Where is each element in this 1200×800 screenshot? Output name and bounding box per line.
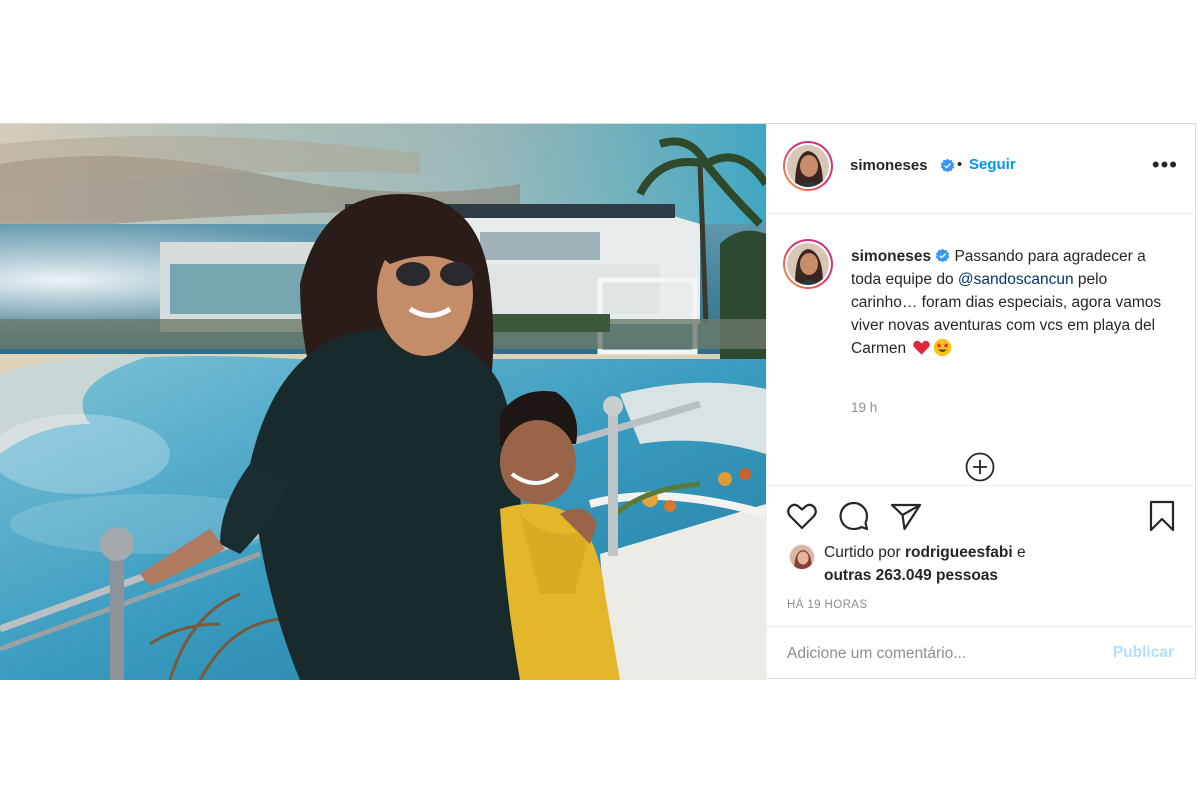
red-heart-emoji [913, 340, 931, 355]
likes-connector: e [1016, 544, 1026, 561]
comment-form: Publicar [767, 626, 1196, 680]
caption-avatar[interactable] [783, 239, 833, 289]
more-options-icon[interactable]: ••• [1152, 154, 1178, 176]
caption-timestamp[interactable]: 19 h [851, 400, 877, 415]
heart-icon[interactable] [785, 499, 819, 533]
follow-button[interactable]: Seguir [969, 156, 1016, 173]
publish-button[interactable]: Publicar [1113, 644, 1174, 662]
post-author-username[interactable]: simoneses [850, 157, 928, 174]
verified-badge-icon [940, 158, 955, 173]
post-photo[interactable] [0, 124, 766, 680]
bookmark-icon[interactable] [1145, 499, 1179, 533]
separator-dot: • [957, 156, 963, 173]
likes-text: Curtido por rodrigueesfabi e outras 263.… [824, 541, 1026, 587]
post-caption: simoneses Passando para agradecer a toda… [767, 215, 1196, 485]
post-sidebar: simoneses • Seguir ••• simoneses Passand… [766, 124, 1196, 680]
liker-username[interactable]: rodrigueesfabi [905, 544, 1013, 561]
instagram-post: simoneses • Seguir ••• simoneses Passand… [0, 123, 1196, 680]
post-time-ago[interactable]: HÁ 19 HORAS [787, 599, 867, 611]
post-header: simoneses • Seguir ••• [767, 124, 1196, 214]
profile-avatar[interactable] [783, 141, 833, 191]
action-bar [767, 485, 1196, 532]
caption-mention-link[interactable]: @sandoscancun [958, 271, 1074, 288]
verified-badge-icon [935, 248, 950, 263]
star-struck-emoji [934, 338, 952, 357]
likes-summary: Curtido por rodrigueesfabi e outras 263.… [789, 541, 1189, 589]
plus-circle-icon[interactable] [964, 451, 996, 483]
comment-input[interactable] [787, 642, 1087, 666]
caption-username[interactable]: simoneses [851, 248, 931, 265]
share-icon[interactable] [889, 499, 923, 533]
liker-avatar[interactable] [789, 544, 815, 570]
comment-icon[interactable] [837, 499, 871, 533]
caption-text: simoneses Passando para agradecer a toda… [851, 245, 1171, 360]
likes-others-count[interactable]: outras 263.049 pessoas [824, 567, 998, 584]
likes-prefix: Curtido por [824, 544, 901, 561]
